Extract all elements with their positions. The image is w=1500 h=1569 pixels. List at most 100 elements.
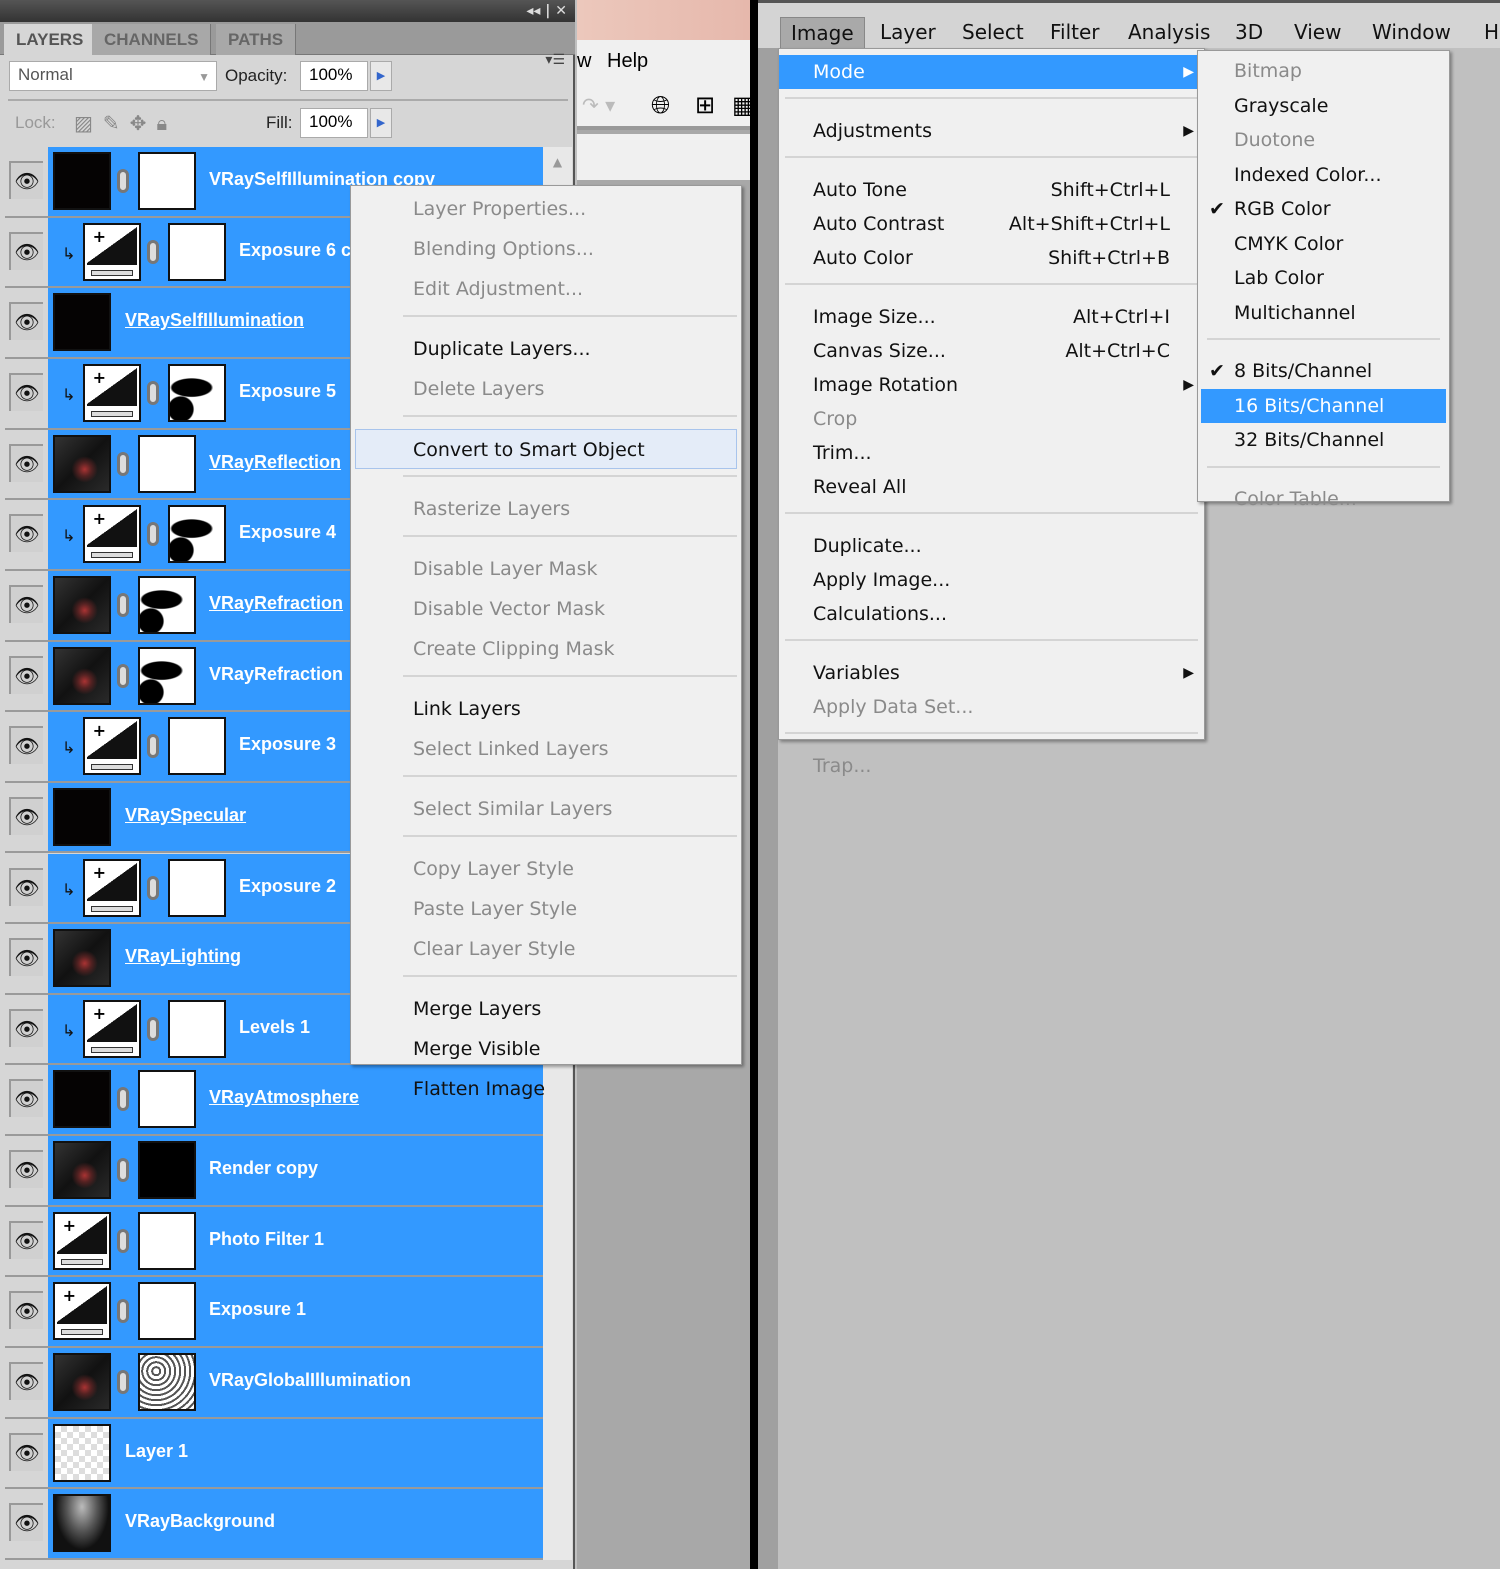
menu-item-adjustments[interactable]: Adjustments ▶ xyxy=(779,114,1204,148)
visibility-eye-icon[interactable]: 👁︎ xyxy=(9,161,43,199)
menu-item-8-bits-channel[interactable]: ✔ 8 Bits/Channel xyxy=(1201,354,1446,389)
lock-brush-icon[interactable]: ✎ xyxy=(103,111,130,135)
layer-mask-thumbnail[interactable] xyxy=(138,1282,196,1341)
menu-item-auto-color[interactable]: Auto Color Shift+Ctrl+B xyxy=(779,241,1204,275)
layer-row[interactable]: 👁︎ VRayGlobalIllumination xyxy=(5,1348,543,1419)
fill-slider-button[interactable]: ▶ xyxy=(370,108,392,138)
layer-row-body[interactable]: Layer 1 xyxy=(48,1418,543,1488)
globe-icon[interactable]: 🌐︎ xyxy=(651,91,670,119)
layer-mask-thumbnail[interactable] xyxy=(138,434,196,493)
visibility-eye-icon[interactable]: 👁︎ xyxy=(9,938,43,977)
layer-mask-thumbnail[interactable] xyxy=(168,363,226,422)
menu-item-indexed-color[interactable]: Indexed Color... xyxy=(1201,158,1446,193)
layer-mask-thumbnail[interactable] xyxy=(168,858,226,917)
layer-name[interactable]: VRayGlobalIllumination xyxy=(209,1370,411,1391)
menu-select[interactable]: Select xyxy=(952,17,1034,47)
layer-mask-thumbnail[interactable] xyxy=(138,646,196,705)
menu-view[interactable]: View xyxy=(1284,17,1351,47)
menu-item-16-bits-channel[interactable]: 16 Bits/Channel xyxy=(1201,388,1446,423)
layer-name[interactable]: Exposure 5 xyxy=(239,381,336,402)
menu-item-trim[interactable]: Trim... xyxy=(779,436,1204,470)
layer-name[interactable]: VRayRefraction xyxy=(209,593,343,614)
layer-name[interactable]: VRayLighting xyxy=(125,946,241,967)
visibility-eye-icon[interactable]: 👁︎ xyxy=(9,1079,43,1118)
layer-row-body[interactable]: + Exposure 1 xyxy=(48,1277,543,1347)
menu-h[interactable]: H xyxy=(1474,17,1500,47)
visibility-eye-icon[interactable]: 👁︎ xyxy=(9,1503,43,1542)
fill-input[interactable]: 100% xyxy=(300,108,368,138)
layer-row-body[interactable]: VRayBackground xyxy=(48,1489,543,1558)
visibility-eye-icon[interactable]: 👁︎ xyxy=(9,796,43,835)
layer-mask-thumbnail[interactable] xyxy=(138,152,196,210)
menu-layer[interactable]: Layer xyxy=(870,17,946,47)
link-chain-icon[interactable] xyxy=(117,1228,129,1253)
menu-item-auto-tone[interactable]: Auto Tone Shift+Ctrl+L xyxy=(779,173,1204,207)
layer-name[interactable]: Exposure 1 xyxy=(209,1299,306,1320)
menu-item-grayscale[interactable]: Grayscale xyxy=(1201,89,1446,124)
layer-mask-thumbnail[interactable] xyxy=(168,505,226,564)
layer-mask-thumbnail[interactable] xyxy=(168,999,226,1058)
link-chain-icon[interactable] xyxy=(147,522,159,547)
layer-mask-thumbnail[interactable] xyxy=(138,1211,196,1270)
visibility-eye-icon[interactable]: 👁︎ xyxy=(9,1362,43,1401)
lock-all-icon[interactable]: 🔒︎ xyxy=(156,111,177,135)
visibility-eye-icon[interactable]: 👁︎ xyxy=(9,726,43,765)
layer-row[interactable]: 👁︎ + Exposure 1 xyxy=(5,1277,543,1349)
link-chain-icon[interactable] xyxy=(117,592,129,617)
layer-mask-thumbnail[interactable] xyxy=(138,1353,196,1412)
scroll-up-icon[interactable]: ▲ xyxy=(543,147,572,169)
layer-mask-thumbnail[interactable] xyxy=(168,222,226,281)
menu-item-merge-visible[interactable]: Merge Visible xyxy=(351,1029,741,1069)
layer-mask-thumbnail[interactable] xyxy=(168,717,226,776)
layer-name[interactable]: VRayBackground xyxy=(125,1511,275,1532)
lock-transparent-icon[interactable]: ▨ xyxy=(74,111,103,135)
opacity-slider-button[interactable]: ▶ xyxy=(370,61,392,91)
visibility-eye-icon[interactable]: 👁︎ xyxy=(9,1008,43,1047)
link-chain-icon[interactable] xyxy=(117,1087,129,1112)
visibility-eye-icon[interactable]: 👁︎ xyxy=(9,1220,43,1259)
layer-name[interactable]: VRayReflection xyxy=(209,452,341,473)
menu-item-flatten-image[interactable]: Flatten Image xyxy=(351,1069,741,1109)
layer-row[interactable]: 👁︎ VRayBackground xyxy=(5,1489,543,1560)
link-chain-icon[interactable] xyxy=(117,451,129,476)
link-chain-icon[interactable] xyxy=(147,875,159,900)
visibility-eye-icon[interactable]: 👁︎ xyxy=(9,231,43,270)
lock-move-icon[interactable]: ✥ xyxy=(130,111,157,135)
visibility-eye-icon[interactable]: 👁︎ xyxy=(9,302,43,341)
menu-item-reveal-all[interactable]: Reveal All xyxy=(779,470,1204,504)
menu-item-apply-image[interactable]: Apply Image... xyxy=(779,563,1204,597)
visibility-eye-icon[interactable]: 👁︎ xyxy=(9,372,43,411)
link-chain-icon[interactable] xyxy=(117,1299,129,1324)
tab-paths[interactable]: PATHS xyxy=(216,24,297,55)
link-chain-icon[interactable] xyxy=(117,1158,129,1183)
layer-mask-thumbnail[interactable] xyxy=(138,575,196,634)
menu-filter[interactable]: Filter xyxy=(1040,17,1110,47)
visibility-eye-icon[interactable]: 👁︎ xyxy=(9,584,43,623)
visibility-eye-icon[interactable]: 👁︎ xyxy=(9,514,43,553)
layer-name[interactable]: Layer 1 xyxy=(125,1441,188,1462)
menu-item-duplicate-layers[interactable]: Duplicate Layers... xyxy=(351,329,741,369)
menu-item-lab-color[interactable]: Lab Color xyxy=(1201,261,1446,296)
layer-name[interactable]: Exposure 2 xyxy=(239,876,336,897)
layer-row[interactable]: 👁︎ Render copy xyxy=(5,1136,543,1207)
layer-row-body[interactable]: + Photo Filter 1 xyxy=(48,1206,543,1276)
layer-name[interactable]: VRaySpecular xyxy=(125,805,246,826)
visibility-eye-icon[interactable]: 👁︎ xyxy=(9,1432,43,1471)
menu-item-merge-layers[interactable]: Merge Layers xyxy=(351,989,741,1029)
layer-name[interactable]: VRayAtmosphere xyxy=(209,1087,359,1108)
layer-name[interactable]: VRaySelfIllumination xyxy=(125,310,304,331)
link-chain-icon[interactable] xyxy=(147,239,159,264)
menu-item-auto-contrast[interactable]: Auto Contrast Alt+Shift+Ctrl+L xyxy=(779,207,1204,241)
grid-edit-icon[interactable]: ⊞ xyxy=(695,91,715,119)
menu-item-convert-to-smart-object[interactable]: Convert to Smart Object xyxy=(355,429,737,469)
redo-icon[interactable]: ↷ ▾ xyxy=(582,93,615,117)
layer-row-body[interactable]: Render copy xyxy=(48,1136,543,1205)
menu-help[interactable]: Help xyxy=(607,50,648,73)
tab-layers[interactable]: LAYERS xyxy=(4,24,97,55)
menu-item-calculations[interactable]: Calculations... xyxy=(779,597,1204,631)
menu-item-mode[interactable]: Mode ▶ xyxy=(779,55,1204,89)
menu-3d[interactable]: 3D xyxy=(1225,17,1273,47)
menu-item-duplicate[interactable]: Duplicate... xyxy=(779,529,1204,563)
layer-name[interactable]: VRayRefraction xyxy=(209,664,343,685)
visibility-eye-icon[interactable]: 👁︎ xyxy=(9,867,43,906)
